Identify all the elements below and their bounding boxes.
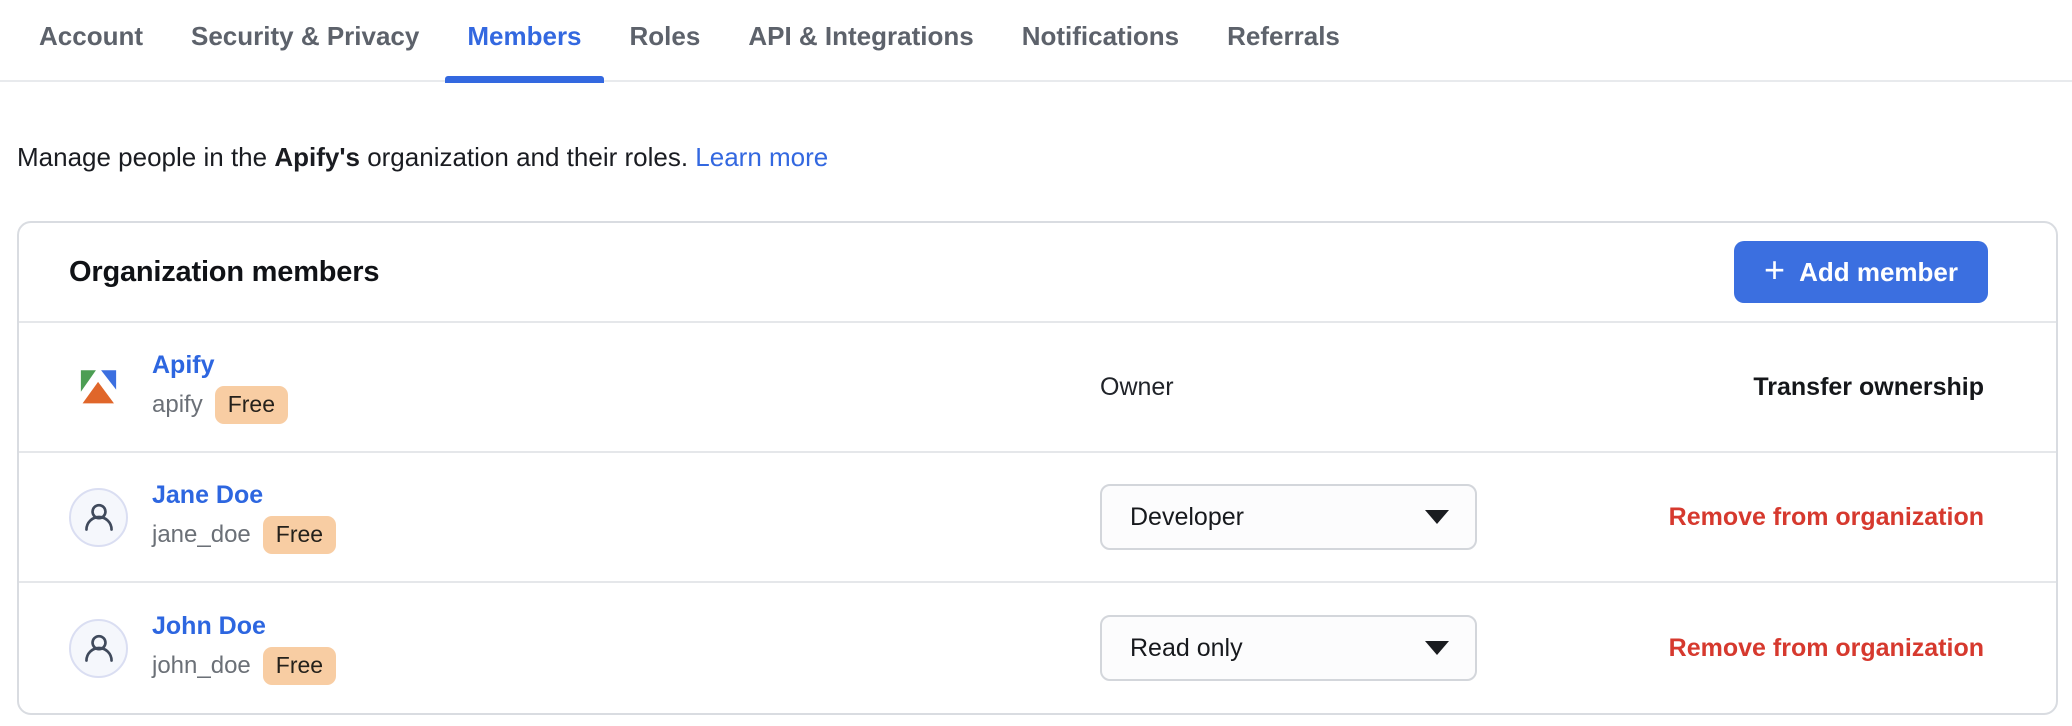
role-select[interactable]: Developer xyxy=(1100,484,1477,550)
avatar xyxy=(69,619,128,678)
avatar xyxy=(69,488,128,547)
organization-members-card: Organization members + Add member Apify … xyxy=(17,221,2058,715)
plan-badge: Free xyxy=(263,647,336,685)
role-select-value: Read only xyxy=(1130,634,1243,663)
person-icon xyxy=(80,629,118,667)
member-row-john-doe: John Doe john_doe Free Read only Remove … xyxy=(19,583,2056,713)
description-text-suffix: organization and their roles. xyxy=(360,142,695,172)
tab-api-integrations[interactable]: API & Integrations xyxy=(726,0,995,81)
plan-badge: Free xyxy=(215,386,288,424)
member-username: john_doe xyxy=(152,651,251,681)
page-description: Manage people in the Apify's organizatio… xyxy=(17,139,2072,175)
member-name-link[interactable]: John Doe xyxy=(152,611,266,642)
tab-notifications[interactable]: Notifications xyxy=(1000,0,1201,81)
remove-from-organization-button[interactable]: Remove from organization xyxy=(1669,503,1984,531)
role-select-value: Developer xyxy=(1130,503,1244,532)
transfer-ownership-button[interactable]: Transfer ownership xyxy=(1753,373,1984,401)
plan-badge: Free xyxy=(263,516,336,554)
plus-icon: + xyxy=(1764,252,1785,288)
tab-account[interactable]: Account xyxy=(17,0,165,81)
learn-more-link[interactable]: Learn more xyxy=(695,142,828,172)
org-name-text: Apify's xyxy=(274,142,360,172)
member-row-jane-doe: Jane Doe jane_doe Free Developer Remove … xyxy=(19,453,2056,583)
apify-logo-icon xyxy=(77,366,120,409)
member-role-text: Owner xyxy=(1100,373,1174,401)
tab-referrals[interactable]: Referrals xyxy=(1205,0,1362,81)
member-name-link[interactable]: Apify xyxy=(152,350,215,381)
card-header: Organization members + Add member xyxy=(19,223,2056,323)
chevron-down-icon xyxy=(1425,510,1449,524)
settings-tab-bar: Account Security & Privacy Members Roles… xyxy=(0,0,2072,82)
member-username: jane_doe xyxy=(152,520,251,550)
member-name-link[interactable]: Jane Doe xyxy=(152,480,263,511)
tab-members[interactable]: Members xyxy=(445,0,603,81)
member-row-apify: Apify apify Free Owner Transfer ownershi… xyxy=(19,323,2056,453)
add-member-button-label: Add member xyxy=(1799,257,1958,288)
person-icon xyxy=(80,498,118,536)
description-text-prefix: Manage people in the xyxy=(17,142,274,172)
tab-roles[interactable]: Roles xyxy=(608,0,723,81)
remove-from-organization-button[interactable]: Remove from organization xyxy=(1669,634,1984,662)
tab-security-privacy[interactable]: Security & Privacy xyxy=(169,0,441,81)
role-select[interactable]: Read only xyxy=(1100,615,1477,681)
chevron-down-icon xyxy=(1425,641,1449,655)
card-title: Organization members xyxy=(69,256,379,289)
add-member-button[interactable]: + Add member xyxy=(1734,241,1988,303)
member-username: apify xyxy=(152,390,203,420)
